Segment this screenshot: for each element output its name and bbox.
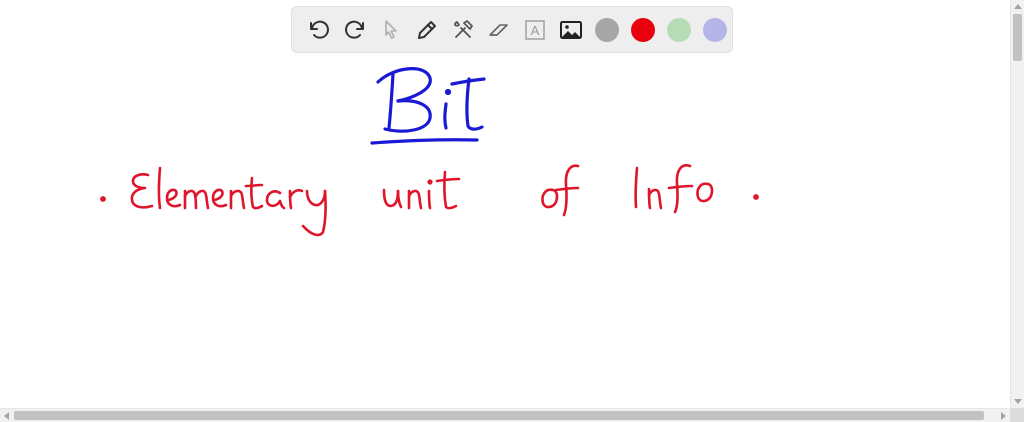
pointer-icon — [385, 19, 397, 39]
undo-button[interactable] — [301, 12, 337, 48]
select-tool-button[interactable] — [373, 12, 409, 48]
handwritten-note-line — [100, 164, 759, 237]
eraser-tool-button[interactable] — [481, 12, 517, 48]
text-tool-label: A — [531, 23, 540, 38]
horizontal-scrollbar[interactable] — [0, 408, 1010, 422]
scrollbar-corner — [1010, 408, 1024, 422]
scroll-up-arrow-icon[interactable] — [1014, 4, 1022, 9]
image-tool-button[interactable] — [553, 12, 589, 48]
color-dot — [595, 17, 619, 42]
whiteboard-app: Bit . Elementary unit of Info. — [0, 0, 1024, 422]
eraser-icon — [489, 23, 508, 36]
pen-icon — [418, 20, 436, 39]
handwriting-layer — [100, 67, 759, 237]
color-swatch-gray[interactable] — [589, 12, 625, 48]
text-tool-button[interactable]: A — [517, 12, 553, 48]
redo-icon — [345, 20, 364, 39]
color-dot — [631, 17, 655, 42]
tools-icon — [454, 19, 473, 38]
vertical-scroll-thumb[interactable] — [1013, 14, 1022, 61]
color-swatch-lavender[interactable] — [697, 12, 733, 48]
tools-button[interactable] — [445, 12, 481, 48]
color-swatch-red[interactable] — [625, 12, 661, 48]
vertical-scrollbar[interactable] — [1010, 0, 1024, 408]
drawing-toolbar: A — [291, 6, 733, 53]
color-dot — [667, 17, 691, 42]
scroll-right-arrow-icon[interactable] — [1001, 412, 1006, 420]
redo-button[interactable] — [337, 12, 373, 48]
handwritten-heading-bit — [370, 67, 486, 145]
image-icon — [560, 20, 582, 39]
text-box-icon: A — [525, 19, 545, 40]
scroll-left-arrow-icon[interactable] — [4, 412, 9, 420]
undo-icon — [310, 20, 329, 39]
pen-tool-button[interactable] — [409, 12, 445, 48]
horizontal-scroll-thumb[interactable] — [14, 411, 984, 420]
color-swatch-green[interactable] — [661, 12, 697, 48]
scroll-down-arrow-icon[interactable] — [1014, 399, 1022, 404]
color-dot — [703, 17, 727, 42]
drawing-canvas[interactable]: Bit . Elementary unit of Info. — [0, 0, 1010, 408]
